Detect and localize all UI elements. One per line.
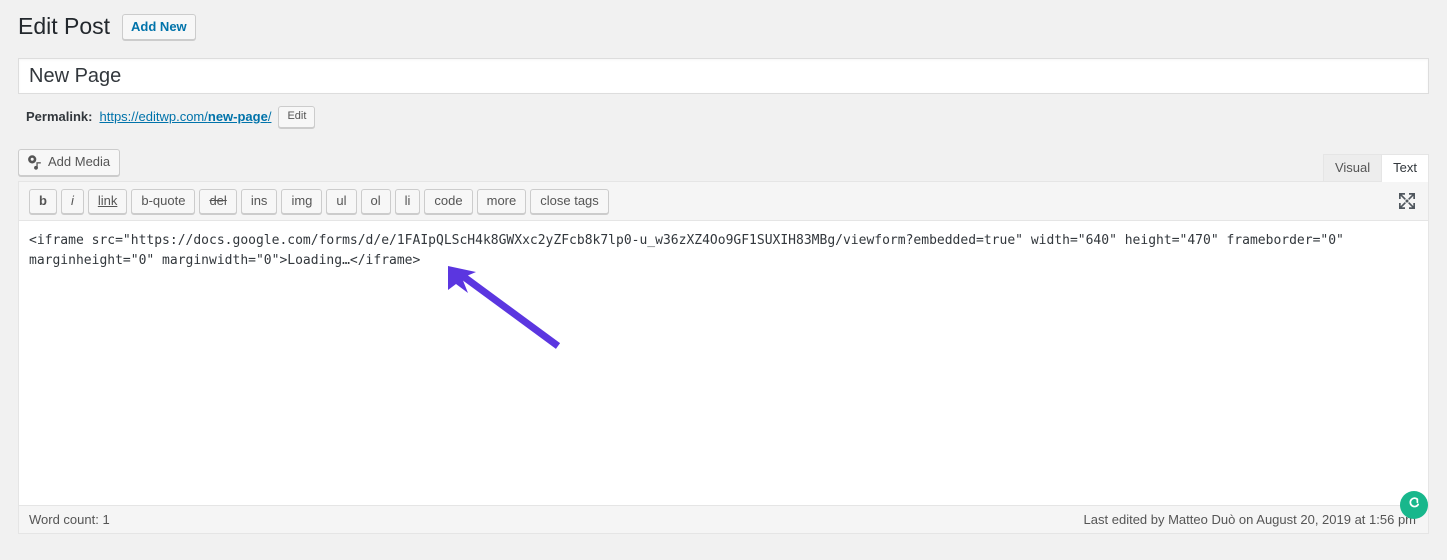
permalink-base: https://editwp.com/ (99, 109, 207, 124)
quicktags-toolbar: b i link b-quote del ins img ul ol li co… (19, 182, 1428, 221)
permalink-slug: new-page (208, 109, 268, 124)
editor-status-bar: Word count: 1 Last edited by Matteo Duò … (19, 505, 1428, 533)
quicktag-ins[interactable]: ins (241, 189, 278, 214)
quicktag-del[interactable]: del (199, 189, 236, 214)
quicktag-b[interactable]: b (29, 189, 57, 214)
media-buttons-row: Add Media (18, 149, 1429, 181)
content-textarea[interactable] (19, 221, 1428, 505)
quicktag-img[interactable]: img (281, 189, 322, 214)
editor-shell: b i link b-quote del ins img ul ol li co… (18, 181, 1429, 534)
permalink-edit-button[interactable]: Edit (278, 106, 315, 127)
quicktag-close-tags[interactable]: close tags (530, 189, 609, 214)
word-count: Word count: 1 (29, 512, 110, 527)
post-title-field-wrapper[interactable] (18, 58, 1429, 94)
tab-visual[interactable]: Visual (1323, 154, 1382, 182)
last-edited-text: Last edited by Matteo Duò on August 20, … (1084, 512, 1416, 527)
post-title-input[interactable] (19, 59, 1428, 93)
add-new-button[interactable]: Add New (122, 14, 196, 41)
quicktag-b-quote[interactable]: b-quote (131, 189, 195, 214)
support-chat-bubble[interactable] (1400, 491, 1428, 519)
page-title: Edit Post (18, 10, 110, 44)
quicktag-more[interactable]: more (477, 189, 527, 214)
chat-spinner-icon (1406, 495, 1422, 516)
tab-text[interactable]: Text (1381, 154, 1429, 182)
page-header: Edit Post Add New (18, 10, 196, 44)
quicktag-ul[interactable]: ul (326, 189, 356, 214)
quicktag-code[interactable]: code (424, 189, 472, 214)
quicktag-i[interactable]: i (61, 189, 84, 214)
permalink-row: Permalink: https://editwp.com/new-page/ … (26, 105, 315, 129)
add-media-button[interactable]: Add Media (18, 149, 120, 176)
permalink-link[interactable]: https://editwp.com/new-page/ (99, 105, 271, 129)
editor-mode-tabs: Visual Text (1324, 155, 1429, 181)
quicktag-ol[interactable]: ol (361, 189, 391, 214)
permalink-label: Permalink: (26, 105, 92, 129)
permalink-trailing-slash: / (268, 109, 272, 124)
add-media-label: Add Media (48, 154, 110, 170)
add-media-icon (27, 154, 43, 170)
expand-arrows-icon[interactable] (1396, 190, 1418, 212)
quicktag-link[interactable]: link (88, 189, 128, 214)
quicktag-li[interactable]: li (395, 189, 421, 214)
